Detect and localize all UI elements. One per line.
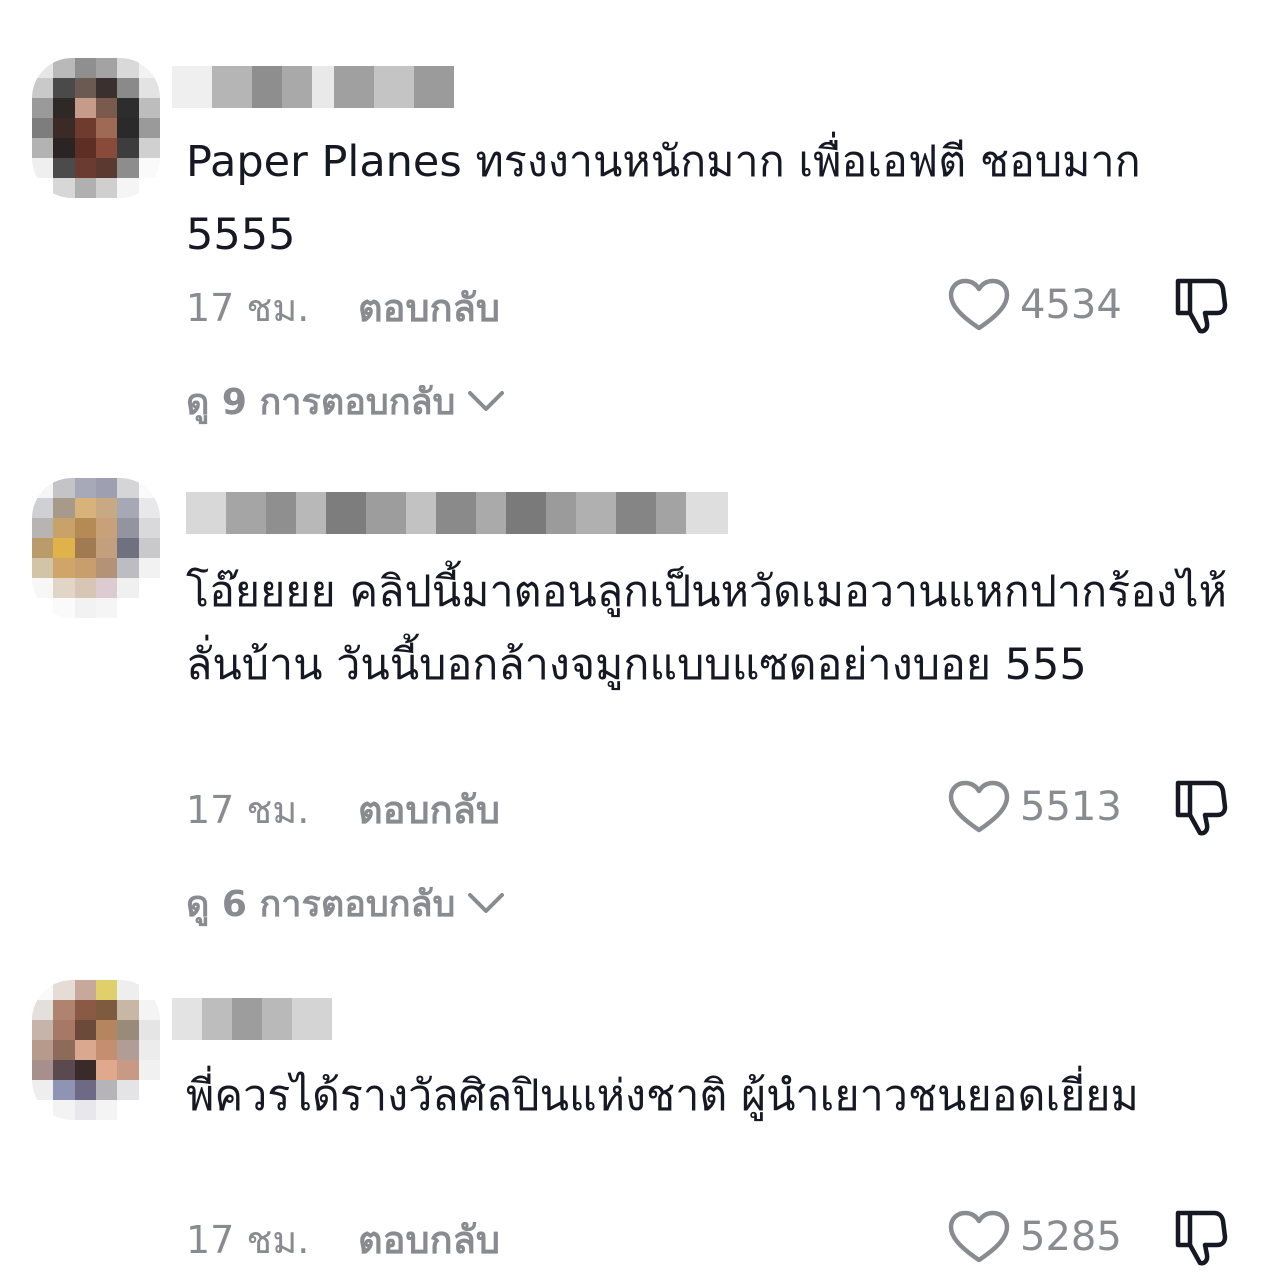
view-replies-label: ดู 6 การตอบกลับ bbox=[186, 883, 456, 925]
like-group: 5285 bbox=[948, 1210, 1230, 1266]
comment-time: 17 ชม. bbox=[186, 787, 310, 832]
username-blurred[interactable] bbox=[186, 492, 748, 534]
chevron-down-icon bbox=[468, 893, 505, 913]
chevron-down-icon bbox=[468, 391, 505, 411]
comment-text: พี่ควรได้รางวัลศิลปินแห่งชาติ ผู้นำเยาวช… bbox=[186, 1071, 1139, 1121]
view-replies-label: ดู 9 การตอบกลับ bbox=[186, 381, 456, 423]
like-count: 5513 bbox=[1020, 784, 1122, 830]
comment-time: 17 ชม. bbox=[186, 1217, 310, 1262]
comment-time: 17 ชม. bbox=[186, 285, 310, 330]
like-count: 5285 bbox=[1020, 1214, 1122, 1260]
thumbs-down-icon[interactable] bbox=[1172, 1207, 1230, 1267]
heart-outline-icon[interactable] bbox=[948, 780, 1010, 834]
heart-outline-icon[interactable] bbox=[948, 278, 1010, 332]
avatar[interactable] bbox=[32, 980, 160, 1120]
comment-text: Paper Planes ทรงงานหนักมาก เพื่อเอฟตี ชอ… bbox=[186, 137, 1141, 260]
thumbs-down-icon[interactable] bbox=[1172, 777, 1230, 837]
reply-button[interactable]: ตอบกลับ bbox=[358, 1209, 500, 1270]
avatar[interactable] bbox=[32, 58, 160, 198]
like-count: 4534 bbox=[1020, 282, 1122, 328]
username-blurred[interactable] bbox=[172, 998, 332, 1040]
view-replies-button[interactable]: ดู 9 การตอบกลับ bbox=[186, 376, 505, 426]
avatar[interactable] bbox=[32, 478, 160, 618]
comment-meta: 17 ชม. ตอบกลับ bbox=[186, 784, 500, 834]
heart-outline-icon[interactable] bbox=[948, 1210, 1010, 1264]
like-group: 4534 bbox=[948, 278, 1230, 334]
reply-button[interactable]: ตอบกลับ bbox=[358, 277, 500, 338]
comment-text: โอ๊ยยยย คลิปนี้มาตอนลูกเป็นหวัดเมอวานแหก… bbox=[186, 567, 1228, 690]
comment-meta: 17 ชม. ตอบกลับ bbox=[186, 282, 500, 332]
like-group: 5513 bbox=[948, 780, 1230, 836]
view-replies-button[interactable]: ดู 6 การตอบกลับ bbox=[186, 878, 505, 928]
reply-button[interactable]: ตอบกลับ bbox=[358, 779, 500, 840]
thumbs-down-icon[interactable] bbox=[1172, 275, 1230, 335]
username-blurred[interactable] bbox=[172, 66, 454, 108]
comment-meta: 17 ชม. ตอบกลับ bbox=[186, 1214, 500, 1264]
